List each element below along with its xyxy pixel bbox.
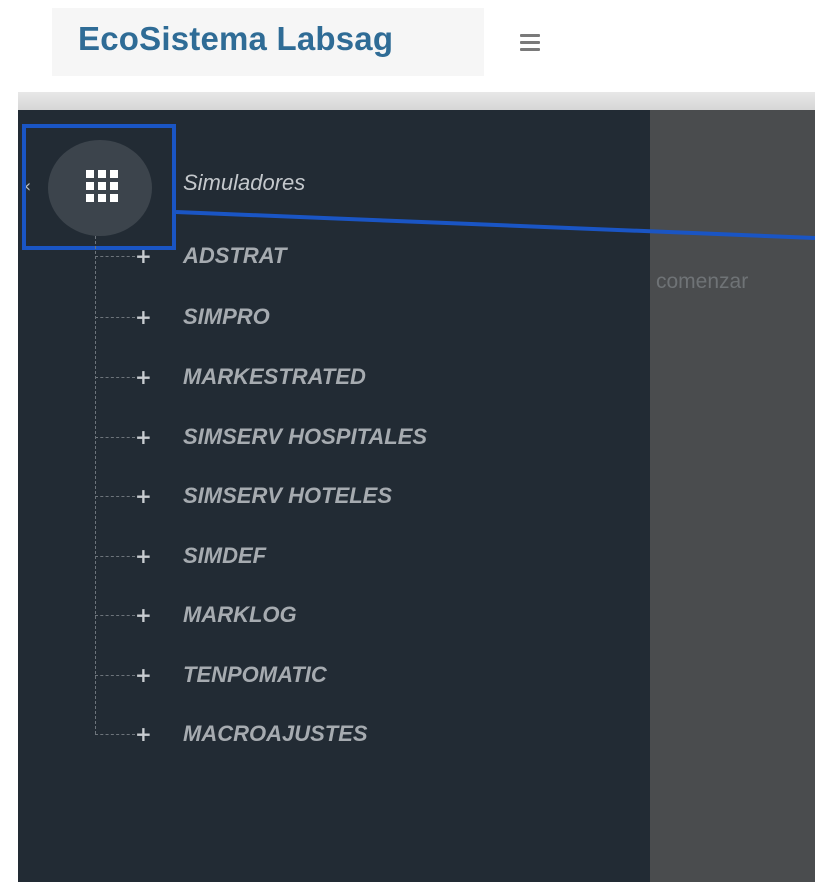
plus-icon[interactable]: + [135, 243, 152, 269]
plus-icon[interactable]: + [135, 364, 152, 390]
app-window: EcoSistema Labsag comenzar ‹ Simuladores… [0, 0, 815, 882]
sidebar-item-simserv-hospitales[interactable]: + SIMSERV HOSPITALES [95, 421, 615, 453]
plus-icon[interactable]: + [135, 602, 152, 628]
plus-icon[interactable]: + [135, 662, 152, 688]
sidebar-item-adstrat[interactable]: + ADSTRAT [95, 240, 615, 272]
tree-branch [95, 615, 135, 616]
main-content [650, 110, 815, 882]
plus-icon[interactable]: + [135, 304, 152, 330]
sidebar-item-simdef[interactable]: + SIMDEF [95, 540, 615, 572]
tree-branch [95, 675, 135, 676]
sidebar-item-tenpomatic[interactable]: + TENPOMATIC [95, 659, 615, 691]
brand-title[interactable]: EcoSistema Labsag [78, 20, 393, 58]
tree-branch [95, 437, 135, 438]
tree-branch [95, 377, 135, 378]
sidebar-item-label: ADSTRAT [183, 243, 287, 268]
tree-branch [95, 496, 135, 497]
sidebar-item-label: SIMPRO [183, 304, 270, 329]
tree-branch [95, 256, 135, 257]
content-text: comenzar [656, 270, 749, 293]
sidebar-item-label: SIMSERV HOTELES [183, 483, 393, 508]
sidebar-item-label: TENPOMATIC [183, 662, 327, 687]
highlight-box [22, 124, 176, 250]
sidebar-item-marklog[interactable]: + MARKLOG [95, 599, 615, 631]
plus-icon[interactable]: + [135, 483, 152, 509]
sidebar-item-label: MARKLOG [183, 602, 297, 627]
tree-branch [95, 556, 135, 557]
sidebar-item-markestrated[interactable]: + MARKESTRATED [95, 361, 615, 393]
tree-branch [95, 734, 135, 735]
header-divider [18, 92, 815, 110]
sidebar-item-label: MARKESTRATED [183, 364, 366, 389]
sidebar-item-simpro[interactable]: + SIMPRO [95, 301, 615, 333]
plus-icon[interactable]: + [135, 721, 152, 747]
sidebar-item-label: MACROAJUSTES [183, 721, 368, 746]
hamburger-icon[interactable] [514, 28, 554, 62]
sidebar-item-simserv-hoteles[interactable]: + SIMSERV HOTELES [95, 480, 615, 512]
sidebar-root-label[interactable]: Simuladores [183, 170, 305, 196]
sidebar-item-label: SIMSERV HOSPITALES [183, 424, 428, 449]
tree-branch [95, 317, 135, 318]
sidebar-item-macroajustes[interactable]: + MACROAJUSTES [95, 718, 615, 750]
sidebar-item-label: SIMDEF [183, 543, 267, 568]
plus-icon[interactable]: + [135, 424, 152, 450]
plus-icon[interactable]: + [135, 543, 152, 569]
